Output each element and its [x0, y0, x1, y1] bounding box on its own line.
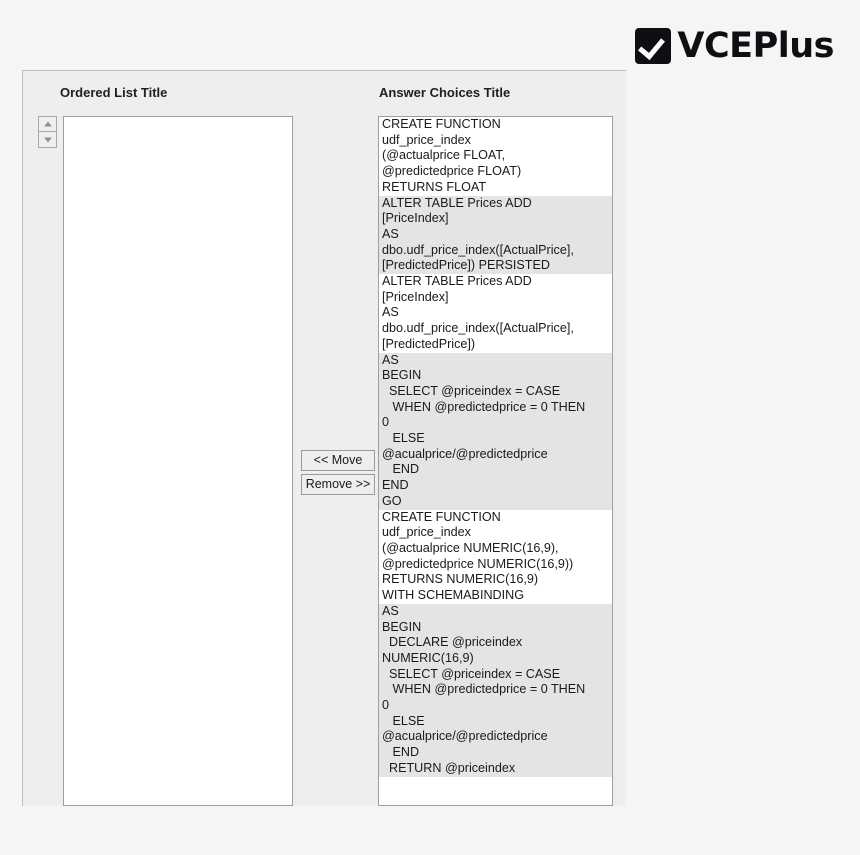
- answer-choice-item[interactable]: AS BEGIN DECLARE @priceindex NUMERIC(16,…: [379, 603, 612, 777]
- answer-choice-item[interactable]: ALTER TABLE Prices ADD [PriceIndex] AS d…: [379, 195, 612, 275]
- triangle-up-icon[interactable]: [38, 116, 57, 132]
- checkbox-checked-icon: [635, 28, 672, 64]
- ordered-list-spinner: [38, 116, 57, 148]
- ordered-list-header: Ordered List Title: [60, 85, 168, 100]
- answer-choices-header: Answer Choices Title: [379, 85, 511, 100]
- panel-filler: [614, 71, 626, 806]
- vceplus-logo-text: VCEPlus: [677, 25, 834, 66]
- vceplus-logo: VCEPlus: [635, 28, 834, 64]
- button-stack: << Move Remove >>: [301, 450, 375, 495]
- triangle-down-icon[interactable]: [38, 132, 57, 148]
- question-panel: Ordered List Title Answer Choices Title …: [22, 70, 626, 806]
- answer-choice-item[interactable]: CREATE FUNCTION udf_price_index (@actual…: [379, 117, 612, 196]
- answer-choice-item[interactable]: AS BEGIN SELECT @priceindex = CASE WHEN …: [379, 352, 612, 510]
- answer-choice-item[interactable]: CREATE FUNCTION udf_price_index (@actual…: [379, 509, 612, 604]
- ordered-list-box[interactable]: [63, 116, 293, 806]
- remove-button[interactable]: Remove >>: [301, 474, 375, 495]
- answer-choices-box[interactable]: CREATE FUNCTION udf_price_index (@actual…: [378, 116, 613, 806]
- move-button[interactable]: << Move: [301, 450, 375, 471]
- answer-choice-item[interactable]: ALTER TABLE Prices ADD [PriceIndex] AS d…: [379, 274, 612, 353]
